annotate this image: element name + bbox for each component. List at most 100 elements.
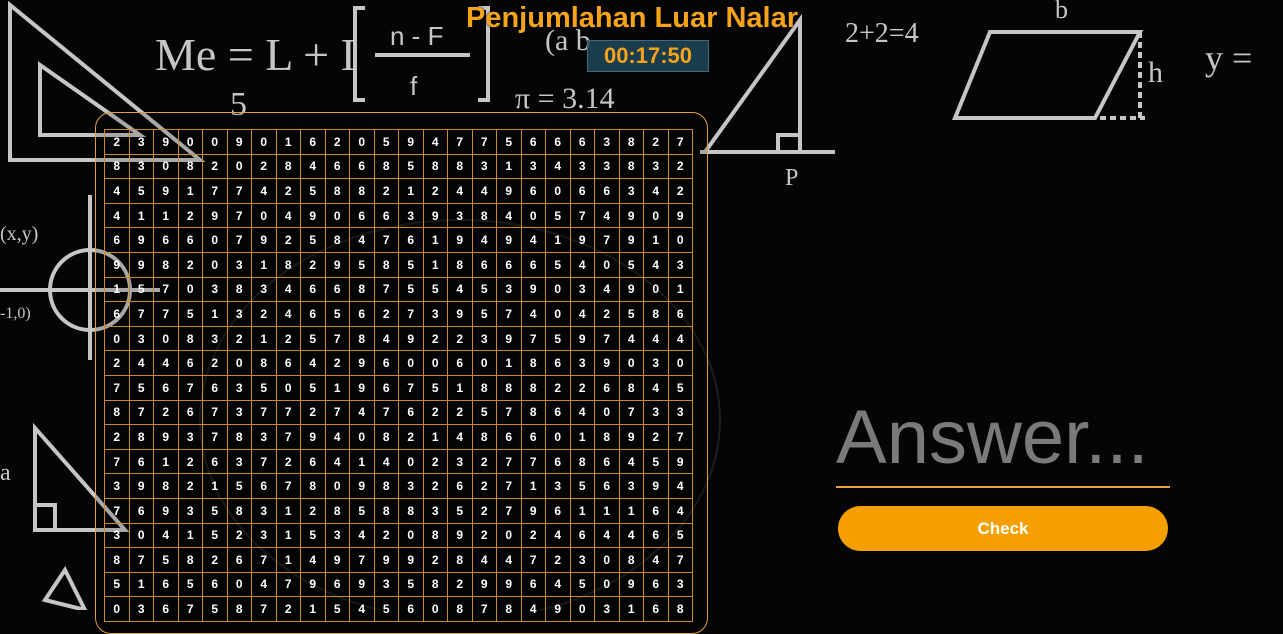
grid-cell: 8: [497, 375, 522, 401]
grid-cell: 8: [472, 203, 497, 229]
grid-cell: 4: [521, 302, 546, 327]
grid-cell: 5: [644, 449, 669, 475]
grid-cell: 3: [252, 277, 277, 303]
grid-cell: 2: [178, 474, 203, 499]
grid-cell: 1: [178, 523, 203, 549]
grid-cell: 7: [129, 302, 154, 327]
grid-cell: 8: [325, 498, 350, 524]
grid-cell: 2: [521, 523, 546, 549]
grid-cell: 2: [301, 400, 326, 426]
grid-cell: 0: [668, 351, 693, 376]
grid-cell: 2: [423, 400, 448, 426]
grid-cell: 7: [350, 548, 375, 573]
grid-cell: 5: [423, 375, 448, 401]
grid-cell: 8: [448, 548, 473, 573]
grid-cell: 6: [154, 375, 179, 401]
grid-cell: 8: [472, 375, 497, 401]
grid-cell: 0: [154, 154, 179, 180]
grid-cell: 3: [423, 498, 448, 524]
grid-cell: 0: [325, 474, 350, 499]
grid-cell: 3: [595, 154, 620, 180]
grid-cell: 6: [178, 400, 203, 426]
grid-cell: 2: [105, 425, 130, 450]
grid-cell: 0: [644, 203, 669, 229]
svg-text:b: b: [1055, 0, 1068, 24]
grid-cell: 8: [374, 498, 399, 524]
grid-cell: 2: [252, 302, 277, 327]
grid-cell: 0: [129, 523, 154, 549]
grid-cell: 3: [619, 179, 644, 204]
grid-cell: 0: [497, 523, 522, 549]
grid-cell: 7: [105, 375, 130, 401]
grid-cell: 0: [399, 449, 424, 475]
grid-cell: 6: [203, 375, 228, 401]
grid-cell: 9: [129, 252, 154, 278]
grid-cell: 6: [644, 498, 669, 524]
grid-cell: 4: [644, 252, 669, 278]
grid-cell: 2: [203, 351, 228, 376]
grid-cell: 0: [546, 277, 571, 303]
grid-cell: 8: [178, 548, 203, 573]
grid-cell: 9: [399, 130, 424, 155]
grid-cell: 4: [472, 179, 497, 204]
answer-field[interactable]: [836, 394, 1170, 488]
svg-text:a: a: [0, 460, 11, 486]
grid-cell: 8: [423, 572, 448, 598]
grid-cell: 3: [203, 277, 228, 303]
grid-cell: 8: [619, 130, 644, 155]
grid-cell: 3: [546, 474, 571, 499]
grid-cell: 1: [203, 474, 228, 499]
grid-cell: 1: [252, 326, 277, 352]
grid-cell: 2: [203, 154, 228, 180]
grid-cell: 4: [301, 154, 326, 180]
grid-cell: 1: [154, 203, 179, 229]
grid-cell: 9: [423, 203, 448, 229]
grid-cell: 2: [472, 498, 497, 524]
grid-cell: 2: [668, 154, 693, 180]
grid-cell: 3: [472, 154, 497, 180]
grid-cell: 5: [203, 498, 228, 524]
grid-cell: 9: [472, 572, 497, 598]
answer-input[interactable]: [836, 394, 1170, 480]
grid-cell: 5: [252, 375, 277, 401]
grid-cell: 2: [301, 252, 326, 278]
grid-cell: 8: [350, 326, 375, 352]
grid-cell: 9: [325, 252, 350, 278]
grid-cell: 4: [423, 130, 448, 155]
grid-cell: 4: [301, 548, 326, 573]
grid-cell: 4: [276, 203, 301, 229]
grid-cell: 4: [448, 179, 473, 204]
grid-cell: 2: [595, 302, 620, 327]
grid-cell: 7: [570, 203, 595, 229]
grid-cell: 0: [521, 203, 546, 229]
grid-cell: 6: [350, 203, 375, 229]
grid-cell: 6: [252, 474, 277, 499]
grid-cell: 3: [668, 252, 693, 278]
grid-cell: 9: [301, 425, 326, 450]
grid-cell: 1: [497, 351, 522, 376]
grid-cell: 0: [472, 351, 497, 376]
grid-cell: 6: [399, 228, 424, 253]
grid-cell: 7: [252, 400, 277, 426]
grid-cell: 5: [570, 572, 595, 598]
grid-cell: 3: [668, 572, 693, 598]
grid-cell: 4: [497, 203, 522, 229]
grid-cell: 8: [644, 302, 669, 327]
svg-text:-1,0): -1,0): [0, 305, 31, 322]
check-button[interactable]: Check: [838, 506, 1168, 551]
grid-cell: 2: [374, 179, 399, 204]
grid-cell: 3: [448, 203, 473, 229]
grid-cell: 3: [227, 400, 252, 426]
grid-cell: 5: [668, 523, 693, 549]
grid-cell: 7: [668, 130, 693, 155]
grid-cell: 5: [374, 130, 399, 155]
grid-cell: 8: [350, 277, 375, 303]
grid-cell: 5: [619, 302, 644, 327]
grid-cell: 2: [301, 498, 326, 524]
grid-cell: 4: [644, 179, 669, 204]
grid-cell: 9: [619, 572, 644, 598]
grid-cell: 7: [276, 572, 301, 598]
grid-cell: 1: [644, 228, 669, 253]
grid-cell: 3: [619, 474, 644, 499]
grid-cell: 1: [497, 154, 522, 180]
